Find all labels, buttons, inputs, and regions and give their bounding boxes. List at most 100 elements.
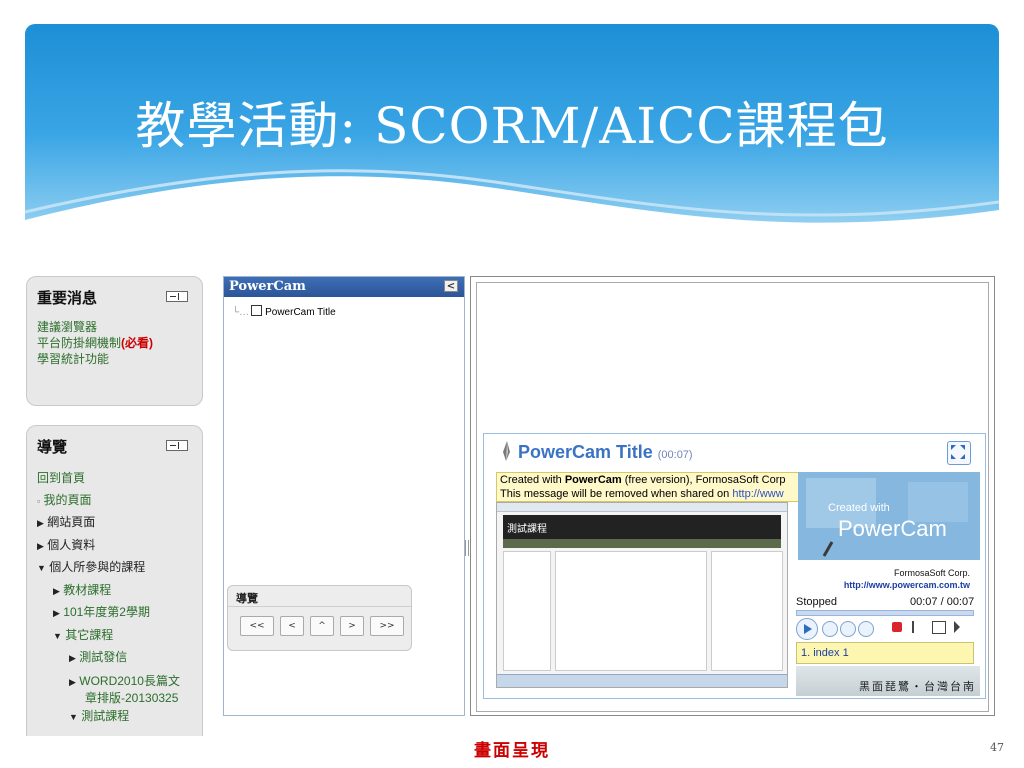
navigation-tree: 回到首頁 ▫ 我的頁面 ▶ 網站頁面 ▶ 個人資料 ▼ 個人所參與的課程 ▶ 教… — [37, 468, 202, 728]
nav-item-test-course-label[interactable]: 測試課程 — [81, 709, 129, 723]
nav-item-my-courses[interactable]: ▼ 個人所參與的課程 — [37, 557, 202, 580]
tree-pane-header: PowerCam < — [224, 277, 464, 297]
tree-node-label[interactable]: PowerCam Title — [265, 307, 336, 318]
triangle-down-icon: ▼ — [53, 630, 62, 641]
screen-icon[interactable] — [932, 621, 946, 634]
nav-item-other-courses-label[interactable]: 其它課程 — [65, 628, 113, 642]
nav-item-my-page-label[interactable]: 我的頁面 — [44, 493, 92, 507]
nav-item-word2010[interactable]: ▶ WORD2010長篇文 章排版-20130325 — [37, 673, 202, 706]
msg-text-b: PowerCam — [564, 474, 622, 486]
nav-item-test-course[interactable]: ▼ 測試課程 — [37, 706, 202, 729]
triangle-right-icon: ▶ — [37, 518, 44, 528]
checkbox-icon[interactable] — [251, 305, 263, 316]
screen-main-column — [555, 551, 707, 671]
news-link-must-read[interactable]: (必看) — [121, 336, 153, 350]
nav-item-test-mail[interactable]: ▶ 測試發信 — [37, 647, 202, 670]
logo-created-with: Created with — [828, 502, 890, 514]
news-link-browser[interactable]: 建議瀏覽器 — [37, 319, 153, 335]
screen-course-subbar — [503, 539, 781, 548]
slide-header: 教學活動: SCORM/AICC課程包 — [25, 24, 999, 270]
cursor-icon[interactable] — [954, 621, 960, 633]
tree-pane-title: PowerCam — [229, 279, 306, 294]
nav-item-material-course[interactable]: ▶ 教材課程 — [37, 580, 202, 603]
player-status: Stopped — [796, 596, 837, 608]
triangle-right-icon: ▶ — [37, 540, 44, 551]
logo-product: PowerCam — [838, 516, 947, 541]
progress-bar[interactable] — [796, 610, 974, 616]
fullscreen-icon[interactable] — [947, 441, 971, 465]
nav-item-semester-101-2[interactable]: ▶ 101年度第2學期 — [37, 602, 202, 625]
rewind-icon[interactable] — [840, 621, 856, 637]
screen-right-column — [711, 551, 783, 671]
nav-item-semester-101-2-label[interactable]: 101年度第2學期 — [63, 605, 150, 619]
msg-text-c: (free version), FormosaSoft Corp — [621, 474, 786, 486]
screen-left-column — [503, 551, 551, 671]
fast-forward-icon[interactable] — [858, 621, 874, 637]
player-controls — [796, 618, 976, 640]
stop-icon[interactable] — [822, 621, 838, 637]
nav-item-my-courses-label[interactable]: 個人所參與的課程 — [49, 560, 145, 574]
pane-splitter-handle[interactable] — [465, 540, 469, 556]
first-page-button[interactable]: << — [240, 616, 274, 636]
navigation-collapse-icon[interactable] — [166, 440, 188, 451]
scorm-navigation-title: 導覽 — [236, 592, 258, 605]
nav-item-material-course-label[interactable]: 教材課程 — [63, 583, 111, 597]
volume-icon[interactable] — [892, 622, 902, 632]
triangle-down-icon: ▼ — [37, 563, 46, 573]
nav-item-my-page[interactable]: ▫ 我的頁面 — [37, 490, 202, 513]
news-link-anti-hang[interactable]: 平台防掛網機制(必看) — [37, 335, 153, 351]
bird-logo-strip: 黑面琵鷺・台灣台南 — [796, 666, 980, 696]
nav-item-profile[interactable]: ▶ 個人資料 — [37, 535, 202, 558]
nav-item-word2010-label[interactable]: WORD2010長篇文 — [79, 674, 180, 688]
triangle-right-icon: ▶ — [53, 608, 60, 618]
powercam-logo-panel: Created with PowerCam FormosaSoft Corp. … — [798, 472, 980, 594]
next-slide-icon[interactable] — [912, 621, 922, 633]
player-time: 00:07 / 00:07 — [910, 596, 975, 608]
navigation-block-title: 導覽 — [37, 438, 68, 456]
screen-course-title: 測試課程 — [507, 524, 547, 535]
triangle-right-icon: ▶ — [53, 585, 60, 596]
divider — [228, 606, 411, 607]
player-title-text: PowerCam Title — [518, 442, 653, 462]
nav-item-test-mail-label[interactable]: 測試發信 — [79, 650, 127, 664]
news-block-title: 重要消息 — [37, 289, 98, 307]
msg-link[interactable]: http://www — [732, 488, 783, 500]
tree-connector-icon: └… — [232, 307, 250, 318]
player-title: PowerCam Title (00:07) — [518, 442, 693, 463]
browser-toolbar — [497, 503, 787, 512]
nav-item-other-courses[interactable]: ▼ 其它課程 — [37, 625, 202, 648]
logo-company: FormosaSoft Corp. — [893, 568, 970, 578]
last-page-button[interactable]: >> — [370, 616, 404, 636]
powercam-player: PowerCam Title (00:07) Created with Powe… — [483, 433, 986, 699]
index-list-item[interactable]: 1. index 1 — [796, 642, 974, 664]
tree-node-powercam-title[interactable]: └… PowerCam Title — [232, 305, 336, 318]
news-block: 重要消息 建議瀏覽器 平台防掛網機制(必看) 學習統計功能 — [26, 276, 203, 406]
collapse-pane-button[interactable]: < — [444, 280, 458, 292]
pen-icon — [503, 441, 510, 461]
watermark-message: Created with PowerCam (free version), Fo… — [496, 472, 808, 502]
news-links: 建議瀏覽器 平台防掛網機制(必看) 學習統計功能 — [37, 319, 153, 367]
play-icon[interactable] — [796, 618, 818, 640]
news-link-anti-hang-text[interactable]: 平台防掛網機制 — [37, 336, 121, 350]
logo-url[interactable]: http://www.powercam.com.tw — [844, 580, 970, 590]
next-button[interactable]: > — [340, 616, 364, 636]
screen-taskbar — [497, 674, 787, 687]
nav-item-profile-label[interactable]: 個人資料 — [47, 538, 95, 552]
nav-item-site-pages[interactable]: ▶ 網站頁面 — [37, 512, 202, 535]
news-collapse-icon[interactable] — [166, 291, 188, 302]
previous-button[interactable]: < — [280, 616, 304, 636]
up-button[interactable]: ^ — [310, 616, 334, 636]
slide-page-number: 47 — [990, 741, 1004, 754]
bullet-icon: ▫ — [37, 495, 41, 506]
nav-item-home[interactable]: 回到首頁 — [37, 468, 202, 490]
nav-item-word2010-label-cont[interactable]: 章排版-20130325 — [69, 691, 178, 705]
slide-title: 教學活動: SCORM/AICC課程包 — [135, 97, 889, 155]
news-link-stats[interactable]: 學習統計功能 — [37, 351, 153, 367]
recorded-screen-thumbnail: 測試課程 — [496, 502, 788, 688]
nav-item-site-pages-label[interactable]: 網站頁面 — [47, 515, 95, 529]
navigation-block: 導覽 回到首頁 ▫ 我的頁面 ▶ 網站頁面 ▶ 個人資料 ▼ 個人所參與的課程 … — [26, 425, 203, 736]
player-duration: (00:07) — [657, 449, 693, 461]
triangle-down-icon: ▼ — [69, 711, 78, 722]
nav-item-home-label[interactable]: 回到首頁 — [37, 471, 85, 485]
logo-strip-text: 黑面琵鷺・台灣台南 — [859, 680, 976, 693]
